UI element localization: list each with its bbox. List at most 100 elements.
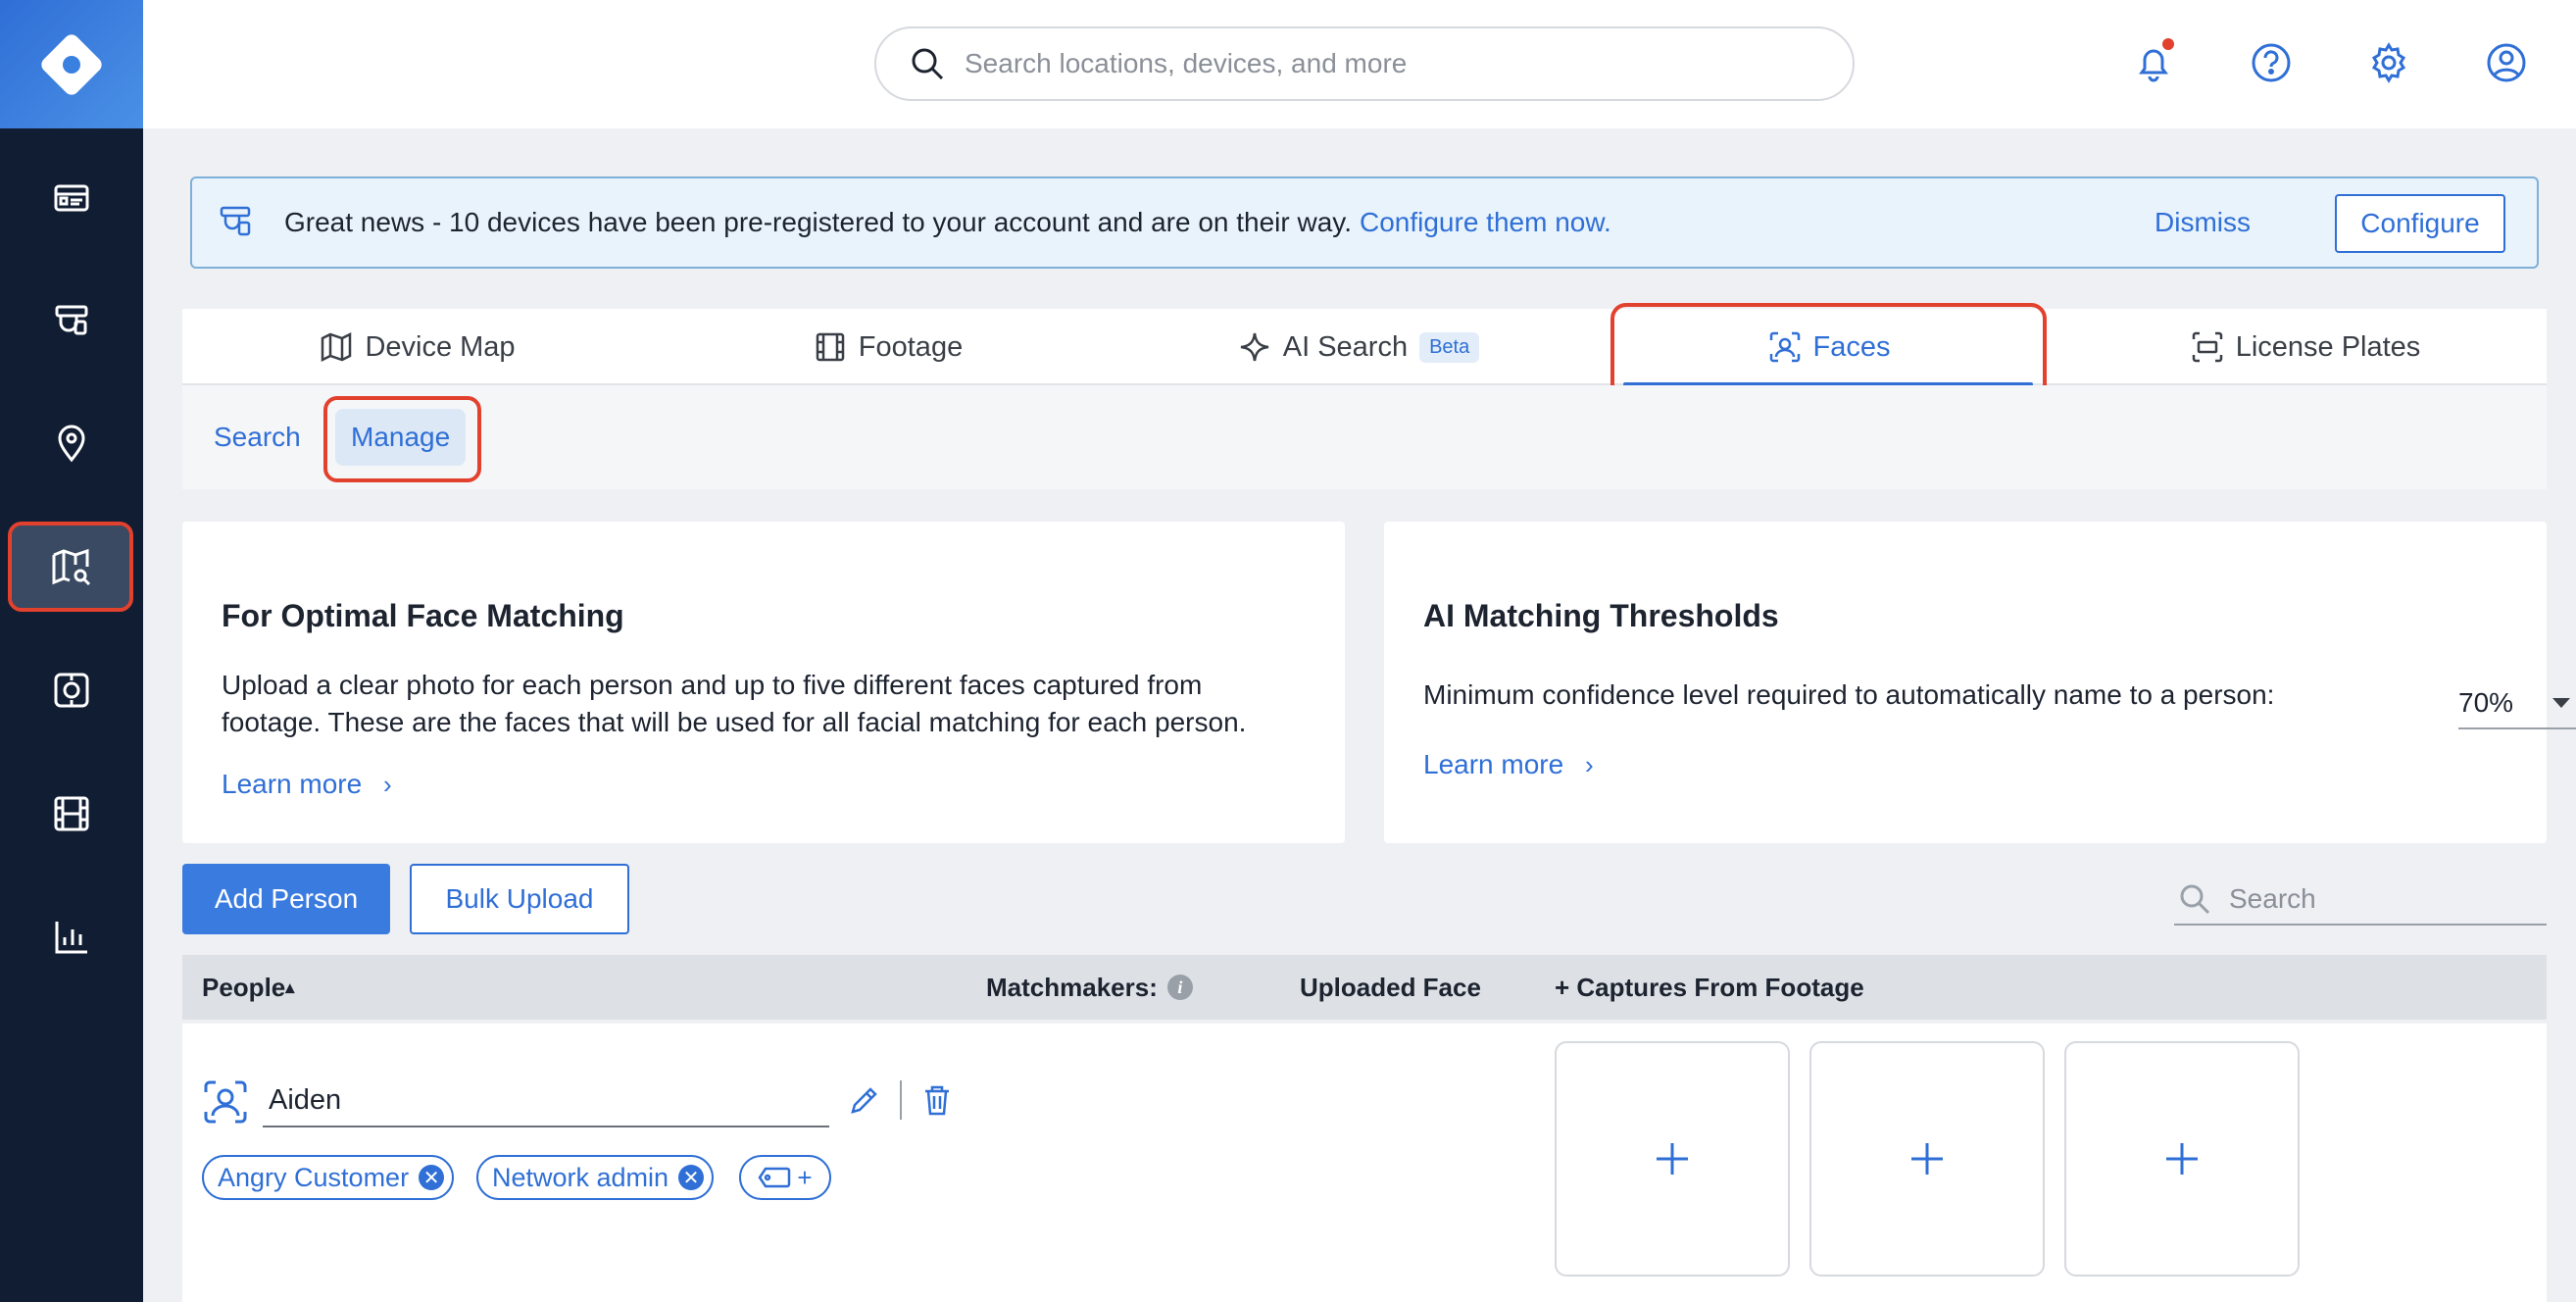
- add-person-button[interactable]: Add Person: [182, 864, 390, 934]
- tab-license-plates[interactable]: License Plates: [2064, 309, 2547, 385]
- bar-chart-icon: [55, 922, 87, 954]
- learn-more-link[interactable]: Learn more ›: [1423, 749, 1594, 780]
- map-search-icon: [52, 548, 91, 586]
- add-tag-label: +: [797, 1162, 813, 1192]
- sidebar: [0, 0, 143, 1302]
- camera-icon: [55, 305, 88, 335]
- card-title: AI Matching Thresholds: [1423, 598, 1779, 633]
- tab-label: Footage: [858, 330, 964, 363]
- nav-devices[interactable]: [0, 149, 143, 247]
- tag-chip: Network admin ✕: [476, 1155, 715, 1200]
- people-column-header[interactable]: People ▴: [202, 955, 294, 1020]
- plus-icon: [1911, 1143, 1943, 1175]
- chevron-right-icon: ›: [382, 770, 392, 799]
- dismiss-link[interactable]: Dismiss: [2155, 207, 2251, 238]
- card-text: Minimum confidence level required to aut…: [1423, 679, 2275, 710]
- header-label: Matchmakers:: [986, 972, 1158, 1002]
- settings-button[interactable]: [2360, 34, 2417, 91]
- info-icon[interactable]: i: [1166, 975, 1193, 1000]
- sub-tabs: Search Manage: [182, 385, 2547, 489]
- user-circle-icon: [2487, 43, 2526, 82]
- preregistered-banner: Great news - 10 devices have been pre-re…: [190, 176, 2539, 269]
- tab-device-map[interactable]: Device Map: [182, 309, 653, 385]
- nav-sensors[interactable]: [0, 641, 143, 739]
- map-icon: [322, 331, 352, 363]
- notifications-button[interactable]: [2125, 34, 2182, 91]
- header-label: People: [202, 972, 286, 1002]
- person-name-field[interactable]: Aiden: [263, 1075, 829, 1127]
- learn-more-label: Learn more: [222, 769, 363, 799]
- card-text-line: footage. These are the faces that will b…: [222, 707, 1247, 737]
- help-button[interactable]: [2243, 34, 2300, 91]
- beta-badge: Beta: [1419, 331, 1480, 363]
- confidence-threshold-select[interactable]: 70%: [2458, 678, 2576, 729]
- tab-ai-search[interactable]: AI Search Beta: [1123, 309, 1594, 385]
- tag-label: Angry Customer: [218, 1162, 410, 1192]
- capture-slot[interactable]: [1809, 1041, 2045, 1277]
- plus-icon: [2166, 1143, 2198, 1175]
- dashboard-icon: [54, 184, 89, 212]
- ai-thresholds-card: AI Matching Thresholds Minimum confidenc…: [1384, 522, 2576, 843]
- nav-footage[interactable]: [0, 765, 143, 863]
- card-text-line: Upload a clear photo for each person and…: [222, 670, 1203, 700]
- subtab-search[interactable]: Search: [198, 409, 317, 466]
- matchmakers-column-header: Matchmakers: i: [986, 955, 1193, 1020]
- sparkle-icon: [1240, 332, 1268, 362]
- learn-more-label: Learn more: [1423, 749, 1564, 779]
- people-table-header: People ▴ Matchmakers: i Uploaded Face + …: [182, 955, 2547, 1020]
- tab-label: License Plates: [2235, 330, 2421, 363]
- remove-tag-icon[interactable]: ✕: [678, 1165, 705, 1190]
- logo-icon: [41, 33, 102, 95]
- people-search-input[interactable]: [2229, 883, 2523, 915]
- film-icon: [54, 796, 89, 831]
- pencil-icon[interactable]: [847, 1084, 880, 1118]
- nav-locations[interactable]: [0, 394, 143, 492]
- remove-tag-icon[interactable]: ✕: [419, 1165, 445, 1190]
- sort-asc-icon: ▴: [285, 976, 295, 997]
- learn-more-link[interactable]: Learn more ›: [222, 769, 392, 800]
- threshold-value: 70%: [2458, 687, 2514, 718]
- help-icon: [2252, 43, 2291, 82]
- tab-footage[interactable]: Footage: [653, 309, 1123, 385]
- captures-column-header[interactable]: + Captures From Footage: [1555, 955, 1864, 1020]
- sensor-icon: [54, 673, 89, 708]
- tab-label: Device Map: [365, 330, 516, 363]
- caret-down-icon: [2552, 698, 2570, 708]
- app-logo[interactable]: [0, 0, 143, 128]
- configure-button[interactable]: Configure: [2335, 194, 2505, 253]
- tab-label: AI Search: [1282, 330, 1409, 363]
- search-icon: [2180, 884, 2210, 915]
- license-plate-icon: [2192, 331, 2222, 363]
- uploaded-face-column-header: Uploaded Face: [1300, 972, 1481, 1002]
- banner-message: Great news - 10 devices have been pre-re…: [284, 207, 1352, 237]
- top-bar: [143, 0, 2576, 128]
- nav-analytics[interactable]: [0, 888, 143, 986]
- search-icon: [912, 48, 944, 80]
- trash-icon[interactable]: [919, 1082, 955, 1118]
- bulk-upload-button[interactable]: Bulk Upload: [410, 864, 629, 934]
- notification-dot: [2162, 38, 2174, 50]
- capture-slot[interactable]: [1555, 1041, 1790, 1277]
- tag-label: Network admin: [492, 1162, 669, 1192]
- card-title: For Optimal Face Matching: [222, 598, 624, 633]
- film-icon: [816, 332, 845, 362]
- tag-chip: Angry Customer ✕: [202, 1155, 455, 1200]
- capture-slot[interactable]: [2064, 1041, 2300, 1277]
- configure-now-link[interactable]: Configure them now.: [1360, 207, 1611, 238]
- chevron-right-icon: ›: [1584, 750, 1594, 779]
- global-search-input[interactable]: [965, 48, 1749, 79]
- plus-icon: [1657, 1143, 1688, 1175]
- main-tabs: Device Map Footage AI Search Beta Faces …: [182, 309, 2547, 385]
- optimal-matching-card: For Optimal Face Matching Upload a clear…: [182, 522, 1345, 843]
- nav-cameras[interactable]: [0, 271, 143, 369]
- tag-icon: [758, 1167, 791, 1188]
- highlight-box: [323, 396, 481, 482]
- location-pin-icon: [58, 425, 85, 463]
- people-search[interactable]: [2174, 875, 2547, 926]
- nav-map-search[interactable]: [0, 518, 143, 616]
- add-tag-button[interactable]: +: [739, 1155, 831, 1200]
- table-row: Aiden Angry Customer ✕ Network admin ✕ +: [182, 1024, 2547, 1302]
- divider: [900, 1080, 902, 1120]
- account-button[interactable]: [2478, 34, 2535, 91]
- global-search[interactable]: [874, 26, 1855, 101]
